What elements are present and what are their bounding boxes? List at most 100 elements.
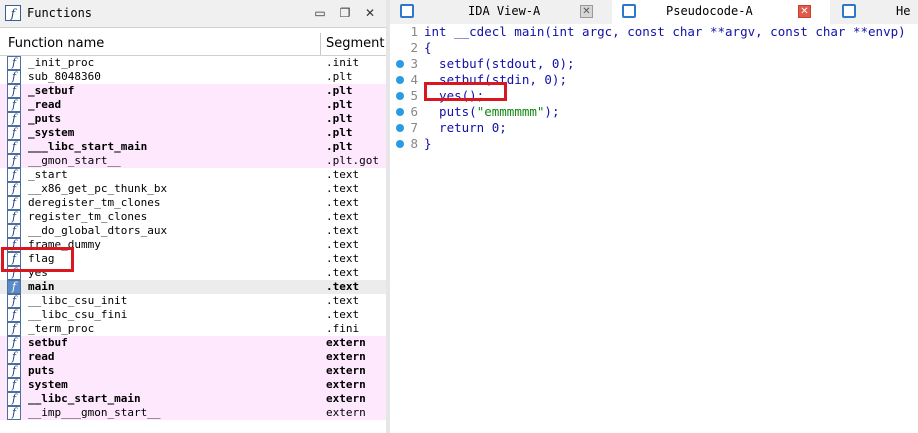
function-name: system [28,378,68,391]
function-row[interactable]: f __gmon_start__ .plt.got [0,154,386,168]
function-name: _init_proc [28,56,95,69]
function-row[interactable]: f ___libc_start_main .plt [0,140,386,154]
function-row[interactable]: f puts extern [0,364,386,378]
breakpoint-dot-icon[interactable] [396,60,404,68]
function-row[interactable]: f __imp___gmon_start__ extern [0,406,386,420]
function-icon: f [7,84,21,98]
function-row[interactable]: f _read .plt [0,98,386,112]
function-row[interactable]: f _init_proc .init [0,56,386,70]
function-segment: .text [326,308,360,321]
code-line[interactable]: 3 setbuf(stdout, 0); [390,56,918,72]
code-line[interactable]: 8} [390,136,918,152]
function-row[interactable]: f __do_global_dtors_aux .text [0,224,386,238]
function-segment: extern [326,364,366,377]
function-row[interactable]: f register_tm_clones .text [0,210,386,224]
function-icon: f [7,392,21,406]
line-number: 8 [410,136,418,151]
function-icon: f [7,350,21,364]
flag-highlight-box [1,247,74,272]
column-segment[interactable]: Segment [326,36,385,51]
function-segment: .text [326,182,360,195]
ida-view-icon [400,4,414,18]
function-segment: .text [326,294,360,307]
function-segment: extern [326,350,366,363]
function-segment: .plt [326,84,353,97]
breakpoint-dot-icon[interactable] [396,76,404,84]
tab-close-icon[interactable]: ✕ [580,5,593,18]
tab-ida-view-a[interactable]: IDA View-A ✕ [390,0,600,24]
code-line[interactable]: 7 return 0; [390,120,918,136]
tab-hex-view[interactable]: He [832,0,918,24]
function-segment: .plt [326,112,353,125]
column-function-name[interactable]: Function name [8,36,104,51]
tab-label: IDA View-A [468,4,541,18]
function-row[interactable]: f read extern [0,350,386,364]
function-row[interactable]: f __x86_get_pc_thunk_bx .text [0,182,386,196]
code-text: return 0; [424,120,507,135]
code-line[interactable]: 2{ [390,40,918,56]
function-segment: extern [326,336,366,349]
function-row[interactable]: f __libc_csu_fini .text [0,308,386,322]
function-icon: f [7,294,21,308]
function-row[interactable]: f _start .text [0,168,386,182]
function-segment: .text [326,238,360,251]
function-segment: .fini [326,322,360,335]
function-icon: f [7,322,21,336]
function-segment: extern [326,392,366,405]
function-row[interactable]: f system extern [0,378,386,392]
breakpoint-dot-icon[interactable] [396,140,404,148]
function-name: _term_proc [28,322,95,335]
function-row[interactable]: f _setbuf .plt [0,84,386,98]
function-segment: .text [326,266,360,279]
function-name: deregister_tm_clones [28,196,161,209]
function-row[interactable]: f deregister_tm_clones .text [0,196,386,210]
function-icon: f [7,140,21,154]
function-icon: f [7,364,21,378]
function-name: sub_8048360 [28,70,101,83]
function-icon: f [7,336,21,350]
function-segment: .plt [326,98,353,111]
code-text: puts("emmmmmm"); [424,104,560,119]
close-icon[interactable]: ✕ [362,5,378,21]
function-icon: f [7,280,21,294]
function-name: main [28,280,55,293]
function-segment: .text [326,224,360,237]
function-row[interactable]: f sub_8048360 .plt [0,70,386,84]
function-name: _puts [28,112,62,125]
line-number: 7 [410,120,418,135]
function-row[interactable]: f _puts .plt [0,112,386,126]
minimize-icon[interactable]: ▭ [312,5,328,21]
code-text: int __cdecl main(int argc, const char **… [424,24,906,39]
tab-pseudocode-a[interactable]: Pseudocode-A ✕ [612,0,830,24]
column-divider[interactable] [320,33,321,55]
functions-title: Functions [27,6,93,20]
function-name: _start [28,168,68,181]
function-icon: f [7,210,21,224]
function-row[interactable]: f __libc_csu_init .text [0,294,386,308]
line-number: 1 [410,24,418,39]
breakpoint-dot-icon[interactable] [396,124,404,132]
function-icon: f [7,154,21,168]
function-segment: .plt [326,70,353,83]
function-name: read [28,350,55,363]
function-segment: .plt [326,140,353,153]
restore-icon[interactable]: ❐ [337,5,353,21]
tab-label: He [896,4,911,18]
breakpoint-dot-icon[interactable] [396,92,404,100]
function-segment: extern [326,406,366,419]
function-segment: .plt.got [326,154,379,167]
function-row[interactable]: f __libc_start_main extern [0,392,386,406]
code-line[interactable]: 6 puts("emmmmmm"); [390,104,918,120]
pseudocode-icon [622,4,636,18]
code-line[interactable]: 1 int __cdecl main(int argc, const char *… [390,24,918,40]
function-row[interactable]: f _term_proc .fini [0,322,386,336]
function-row[interactable]: f main .text [0,280,386,294]
function-icon: f [7,56,21,70]
function-row[interactable]: f _system .plt [0,126,386,140]
function-name: __x86_get_pc_thunk_bx [28,182,168,195]
breakpoint-dot-icon[interactable] [396,108,404,116]
function-row[interactable]: f setbuf extern [0,336,386,350]
tab-close-icon[interactable]: ✕ [798,5,811,18]
functions-list: f _init_proc .init f sub_8048360 .plt f _setbuf… [0,56,386,420]
function-icon: f [7,168,21,182]
